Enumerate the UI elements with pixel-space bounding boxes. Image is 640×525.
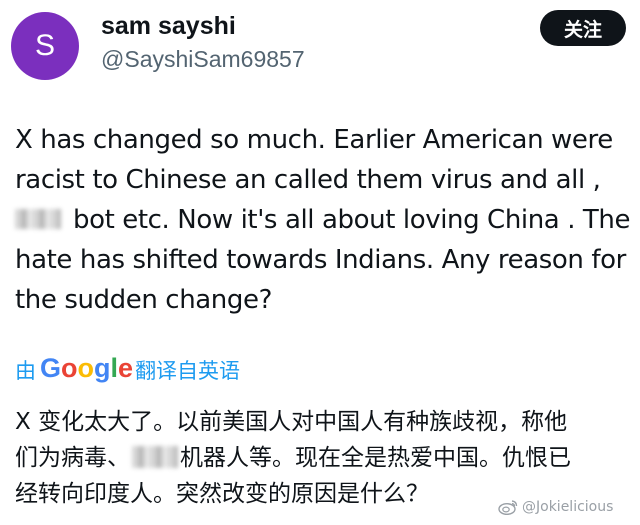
translate-suffix: 翻译自英语 [135, 358, 241, 383]
tweet-text: X has changed so much. Earlier American … [15, 120, 630, 320]
google-logo-letter: G [40, 353, 62, 383]
tweet-line: racist to Chinese an called them virus a… [15, 165, 601, 195]
watermark-text: @Jokielicious [522, 499, 614, 515]
redacted-word [15, 208, 61, 229]
user-handle[interactable]: @SayshiSam69857 [101, 46, 305, 73]
translated-line: 们为病毒、 机器人等。现在全是热爱中国。仇恨已 [15, 440, 630, 476]
avatar[interactable]: S [11, 12, 79, 80]
watermark: @Jokielicious [498, 499, 613, 515]
tweet-line: the sudden change? [15, 285, 272, 315]
weibo-icon [498, 500, 518, 515]
google-logo-letter: o [77, 353, 95, 383]
tweet-line: X has changed so much. Earlier American … [15, 125, 613, 155]
google-logo: Google [40, 353, 133, 384]
display-name[interactable]: sam sayshi [101, 12, 236, 41]
tweet-line-text: bot etc. Now it's all about loving China… [73, 205, 631, 235]
follow-button[interactable]: 关注 [540, 10, 626, 46]
google-logo-letter: g [94, 353, 111, 383]
translated-text: X 变化太大了。以前美国人对中国人有种族歧视，称他 们为病毒、 机器人等。现在全是… [15, 404, 630, 512]
translated-line-text: 们为病毒、 [15, 445, 130, 471]
translate-attribution[interactable]: 由 Google 翻译自英语 [15, 353, 240, 386]
google-logo-letter: o [61, 353, 78, 383]
translate-prefix: 由 [15, 358, 36, 383]
tweet-line: bot etc. Now it's all about loving China… [15, 200, 630, 240]
google-logo-letter: l [110, 353, 119, 383]
tweet-line: hate has shifted towards Indians. Any re… [15, 245, 626, 275]
translated-line-text: 机器人等。现在全是热爱中国。仇恨已 [180, 445, 571, 471]
google-logo-letter: e [118, 353, 134, 383]
translated-line: X 变化太大了。以前美国人对中国人有种族歧视，称他 [15, 409, 568, 435]
redacted-word [132, 445, 178, 468]
